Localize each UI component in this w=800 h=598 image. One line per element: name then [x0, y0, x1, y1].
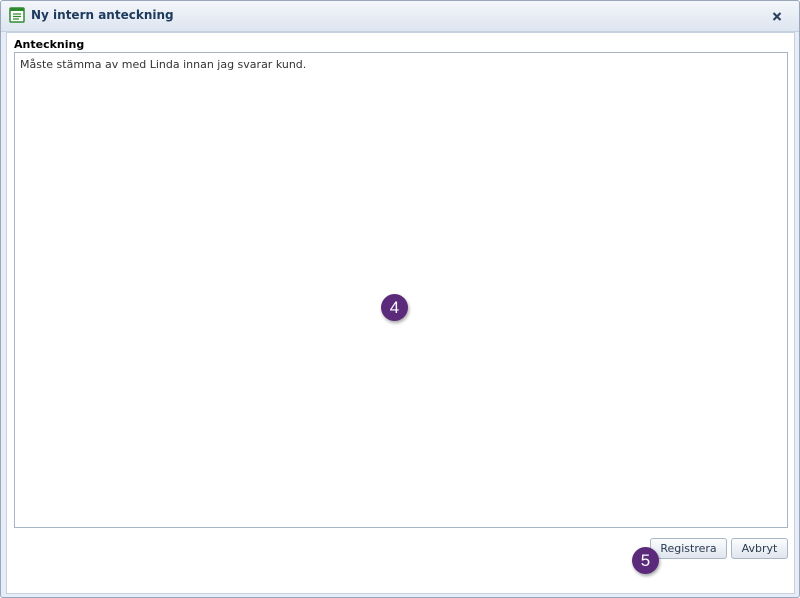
cancel-button[interactable]: Avbryt: [731, 538, 788, 559]
new-internal-note-dialog: Ny intern anteckning Anteckning Måste st…: [0, 0, 800, 598]
dialog-title: Ny intern anteckning: [31, 8, 174, 22]
close-icon[interactable]: [769, 8, 785, 24]
note-textarea[interactable]: Måste stämma av med Linda innan jag svar…: [14, 52, 788, 528]
step-badge-4: 4: [381, 294, 408, 321]
note-label: Anteckning: [14, 38, 85, 51]
register-button[interactable]: Registrera: [650, 538, 727, 559]
dialog-titlebar: Ny intern anteckning: [1, 1, 799, 32]
step-badge-5: 5: [632, 547, 659, 574]
note-icon: [9, 7, 25, 23]
